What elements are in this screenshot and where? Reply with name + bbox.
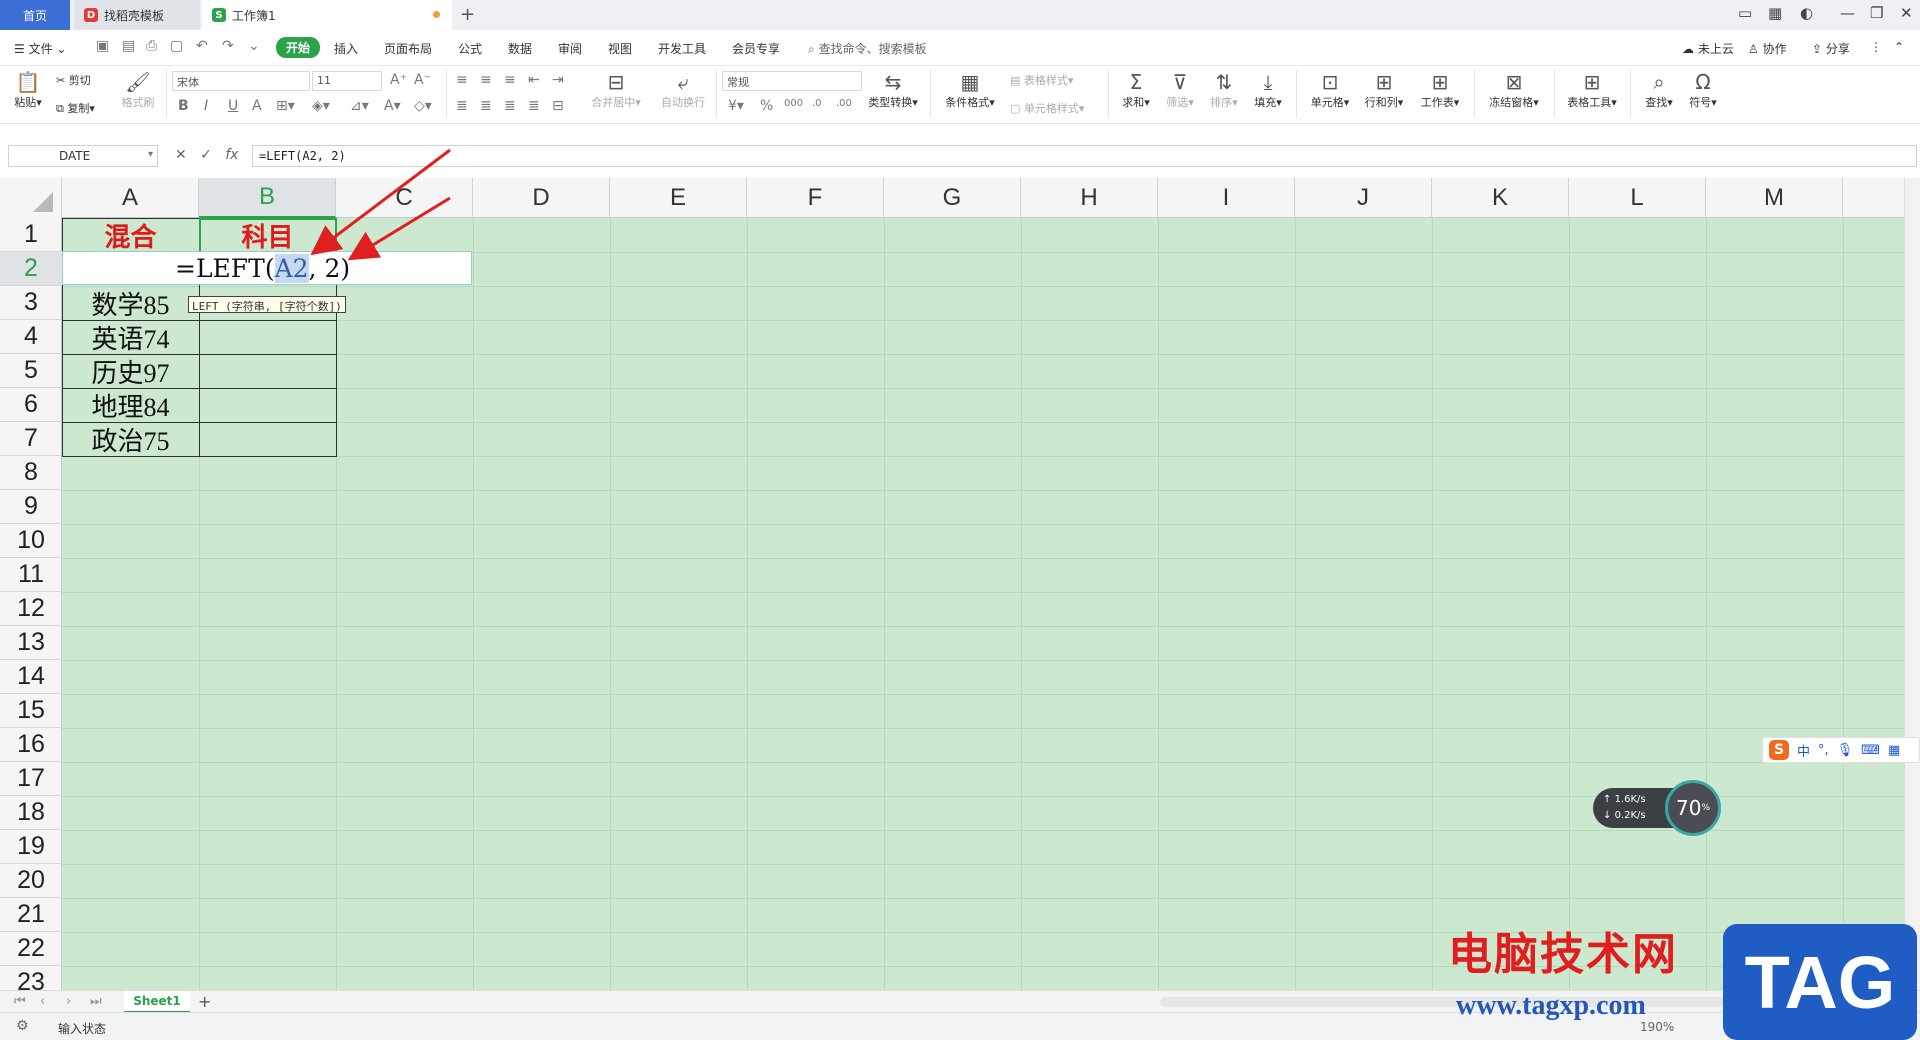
arrow-to-argument <box>347 196 451 261</box>
add-sheet-icon[interactable]: + <box>198 992 211 1011</box>
sheet-tab-sheet1[interactable]: Sheet1 <box>124 991 190 1013</box>
watermark-title: 电脑技术网 <box>1448 929 1678 980</box>
vertical-scrollbar[interactable] <box>1904 178 1920 990</box>
download-speed: ↓ 0.2K/s <box>1603 810 1646 821</box>
cpu-gauge: 70% <box>1665 780 1721 836</box>
first-sheet-icon[interactable]: ⏮ <box>14 994 26 1009</box>
ime-menu-icon[interactable]: ▦ <box>1888 743 1900 758</box>
watermark-url: www.tagxp.com <box>1456 990 1646 1021</box>
microphone-icon[interactable]: 🎙 <box>1837 743 1854 758</box>
cpu-value: 70 <box>1675 796 1702 820</box>
macro-icon[interactable]: ⚙ <box>16 1018 29 1034</box>
status-mode: 输入状态 <box>58 1022 107 1036</box>
upload-speed-value: 1.6K/s <box>1614 794 1646 805</box>
upload-speed: ↑ 1.6K/s <box>1603 794 1646 805</box>
next-sheet-icon[interactable]: › <box>66 994 71 1009</box>
ime-toolbar[interactable]: S 中 °, 🎙 ⌨ ▦ <box>1762 737 1920 763</box>
prev-sheet-icon[interactable]: ‹ <box>40 994 45 1009</box>
percent-sign: % <box>1701 803 1710 813</box>
annotation-arrows <box>310 148 451 261</box>
punctuation-icon[interactable]: °, <box>1818 743 1829 758</box>
last-sheet-icon[interactable]: ⏭ <box>90 994 102 1009</box>
arrow-to-reference <box>310 148 451 256</box>
network-speed-widget[interactable]: ↑ 1.6K/s ↓ 0.2K/s 70% <box>1593 780 1721 836</box>
download-speed-value: 0.2K/s <box>1614 810 1646 821</box>
watermark-tag-logo: TAG <box>1723 924 1917 1040</box>
sogou-logo-icon: S <box>1769 740 1789 760</box>
site-watermark: 电脑技术网 www.tagxp.com TAG <box>1448 918 1920 1040</box>
keyboard-icon[interactable]: ⌨ <box>1861 743 1880 758</box>
ime-language[interactable]: 中 <box>1797 741 1810 760</box>
